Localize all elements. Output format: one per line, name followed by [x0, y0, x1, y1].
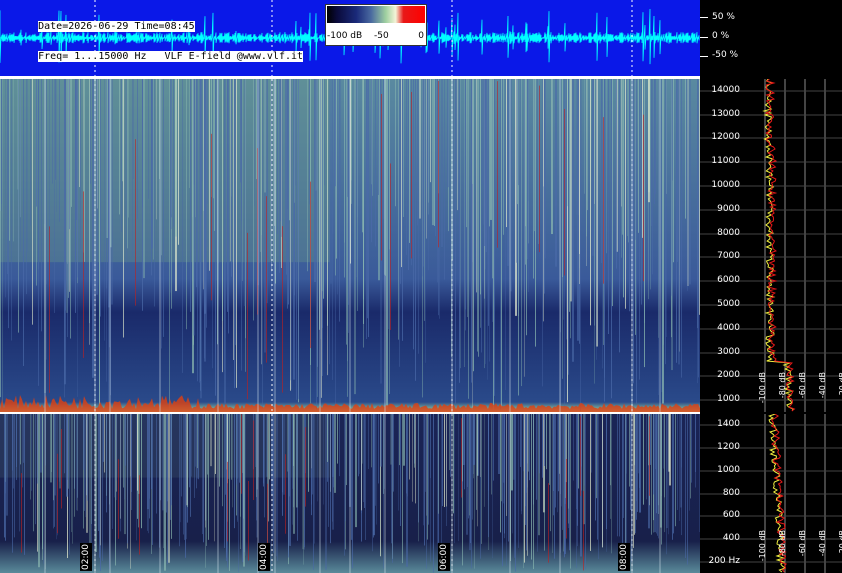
frequency-tick-label: 7000	[717, 251, 740, 262]
frequency-tick-label: 1000	[717, 464, 740, 475]
frequency-tick-label: 14000	[711, 84, 740, 95]
colorbar-gradient	[327, 6, 425, 23]
colorbar-min-label: -100 dB	[327, 31, 363, 41]
frequency-tick-label: 11000	[711, 156, 740, 167]
db-tick-label: -20 dB	[838, 530, 842, 557]
db-tick-label: -20 dB	[838, 372, 842, 399]
frequency-tick-label: 4000	[717, 322, 740, 333]
date-time-label: Date=2026-06-29 Time=08:45	[38, 21, 195, 32]
time-axis-label: 02:00	[80, 543, 92, 571]
scale-50-label: 50 %	[712, 12, 735, 22]
frequency-tick-label: 1200	[717, 442, 740, 453]
colorbar-mid-label: -50	[374, 31, 389, 41]
frequency-tick-label: 800	[722, 487, 740, 498]
frequency-label: Freq= 1...15000 Hz VLF E-field @www.vlf.…	[38, 51, 304, 62]
frequency-tick-label: 400	[722, 532, 740, 543]
frequency-tick-label: 2000	[717, 370, 740, 381]
frequency-tick-label: 13000	[711, 108, 740, 119]
colorbar-max-label: 0	[418, 31, 424, 41]
vlf-spectrogram-display: Date=2026-06-29 Time=08:45 Freq= 1...150…	[0, 0, 842, 573]
db-tick-label: -80 dB	[778, 372, 787, 399]
frequency-tick-label: 10000	[711, 180, 740, 191]
scale-0-label: 0 %	[712, 31, 730, 41]
frequency-tick-label: 9000	[717, 203, 740, 214]
frequency-tick-label: 1400	[717, 419, 740, 430]
frequency-tick-label: 5000	[717, 298, 740, 309]
colorbar-legend: -100 dB -50 0	[325, 4, 427, 46]
frequency-tick-label: 1000	[717, 394, 740, 405]
time-axis-label: 06:00	[438, 543, 450, 571]
upper-spectrogram	[0, 79, 700, 412]
frequency-tick-label: 6000	[717, 275, 740, 286]
frequency-tick-label: 8000	[717, 227, 740, 238]
time-axis-label: 04:00	[258, 543, 270, 571]
header-info: Date=2026-06-29 Time=08:45 Freq= 1...150…	[2, 4, 304, 76]
frequency-tick-label: 3000	[717, 346, 740, 357]
db-tick-label: -100 dB	[758, 372, 767, 404]
time-axis-label: 08:00	[618, 543, 630, 571]
db-tick-label: -40 dB	[818, 372, 827, 399]
frequency-tick-label: 200 Hz	[708, 555, 740, 566]
scale-neg50-label: -50 %	[712, 50, 739, 60]
db-tick-label: -60 dB	[798, 372, 807, 399]
db-tick-label: -100 dB	[758, 530, 767, 562]
lower-spectrogram	[0, 414, 700, 573]
db-tick-label: -60 dB	[798, 530, 807, 557]
upper-spectrum-panel	[700, 78, 842, 412]
frequency-tick-label: 12000	[711, 132, 740, 143]
frequency-tick-label: 600	[722, 510, 740, 521]
db-tick-label: -40 dB	[818, 530, 827, 557]
db-tick-label: -80 dB	[778, 530, 787, 557]
